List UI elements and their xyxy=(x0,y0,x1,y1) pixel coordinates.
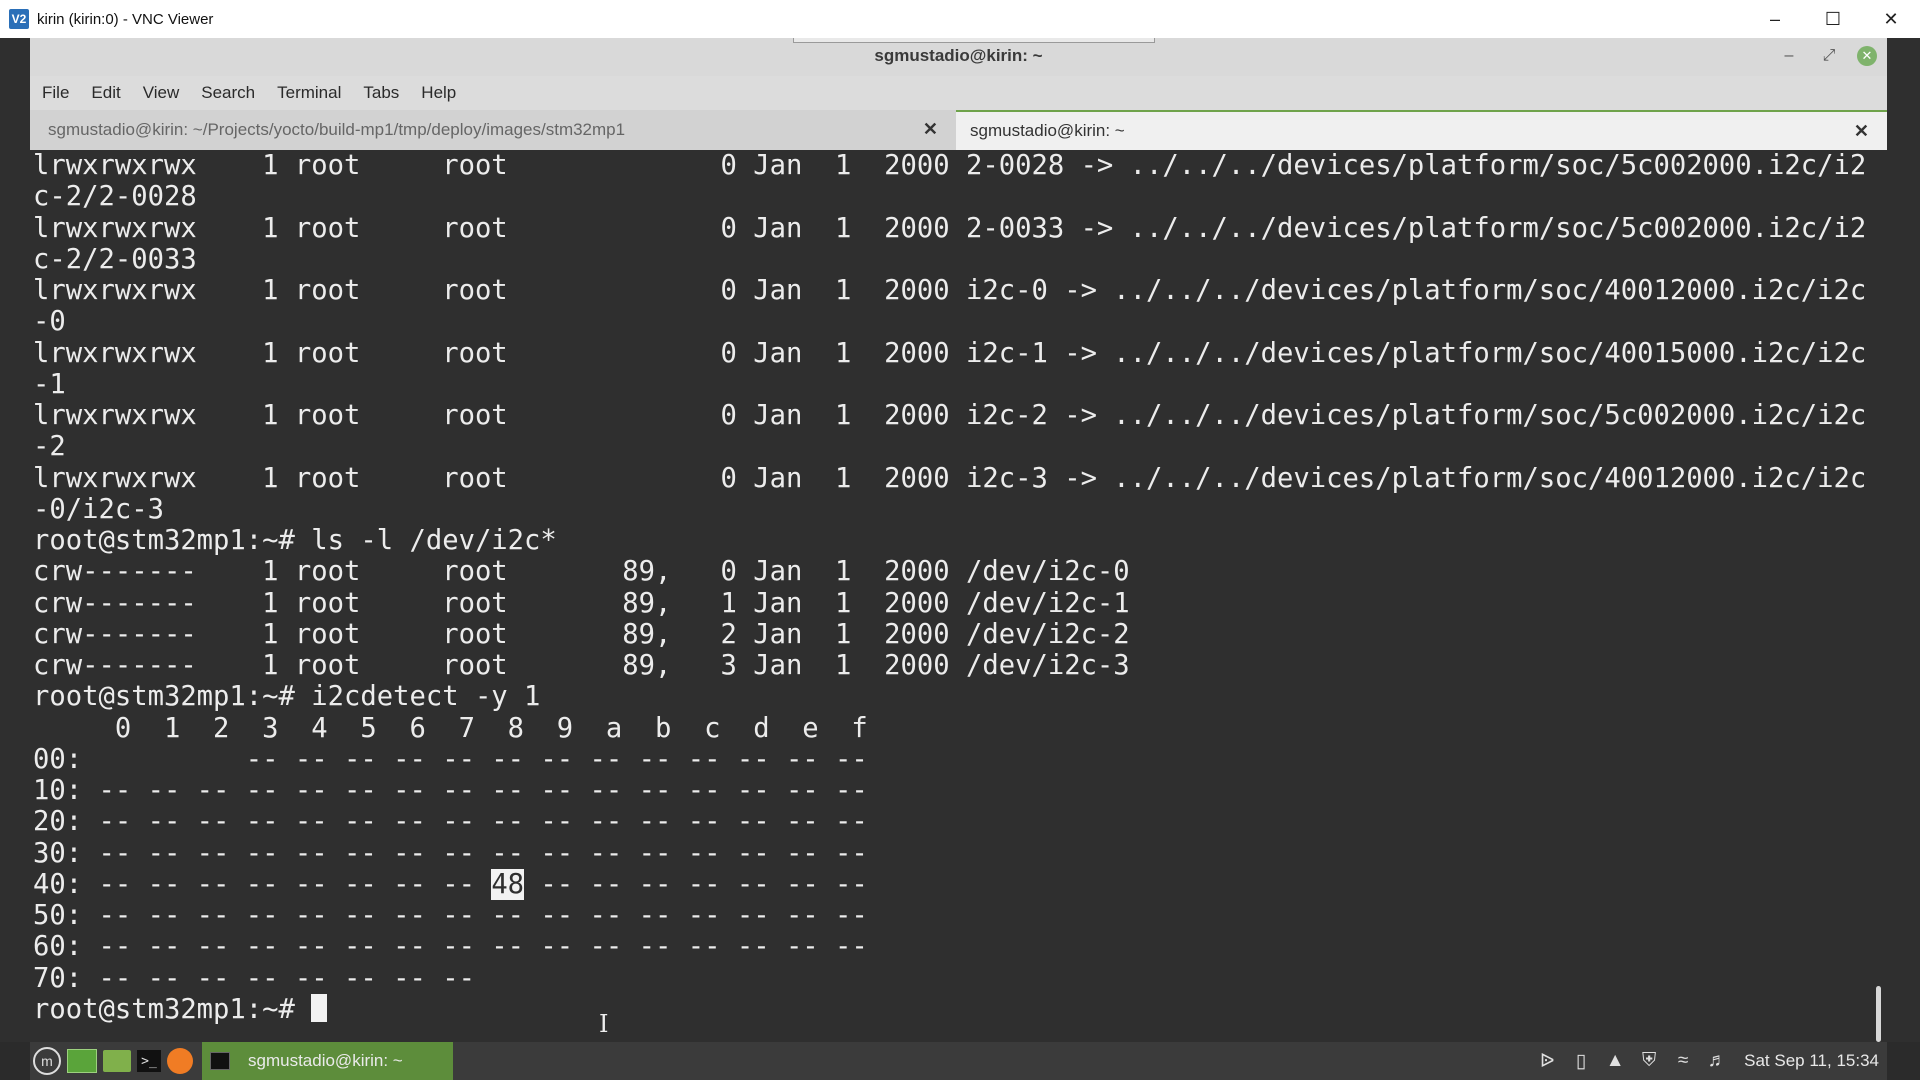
titlebar-notch xyxy=(793,38,1155,43)
menu-view[interactable]: View xyxy=(132,83,191,103)
terminal-prompt-line[interactable]: root@stm32mp1:~# xyxy=(33,993,1866,1025)
terminal-line: -1 xyxy=(33,368,66,400)
menu-icon[interactable]: m xyxy=(33,1047,61,1075)
terminal-line: -2 xyxy=(33,431,66,463)
shell-prompt: root@stm32mp1:~# xyxy=(33,993,312,1025)
clipboard-icon[interactable]: ▯ xyxy=(1566,1046,1596,1076)
terminal-window-buttons: – ⤢ ✕ xyxy=(1777,44,1877,68)
terminal-line: crw------- 1 root root 89, 0 Jan 1 2000 … xyxy=(33,556,1130,588)
task-label: sgmustadio@kirin: ~ xyxy=(248,1051,403,1070)
terminal-restore-icon[interactable]: ⤢ xyxy=(1817,44,1841,68)
tab-yocto-images[interactable]: sgmustadio@kirin: ~/Projects/yocto/build… xyxy=(30,110,956,150)
show-desktop-icon[interactable] xyxy=(67,1049,97,1073)
terminal-titlebar[interactable]: sgmustadio@kirin: ~ – ⤢ ✕ xyxy=(30,38,1887,76)
terminal-line: lrwxrwxrwx 1 root root 0 Jan 1 2000 i2c-… xyxy=(33,337,1866,369)
update-icon[interactable]: ▲ xyxy=(1600,1046,1630,1076)
terminal-icon[interactable]: >_ xyxy=(137,1050,161,1072)
terminal-line: 30: -- -- -- -- -- -- -- -- -- -- -- -- … xyxy=(33,837,868,869)
terminal-output[interactable]: lrwxrwxrwx 1 root root 0 Jan 1 2000 2-00… xyxy=(30,150,1866,1042)
desktop-edge-left xyxy=(0,38,30,1042)
terminal-line: root@stm32mp1:~# ls -l /dev/i2c* xyxy=(33,525,557,556)
task-button-terminal[interactable]: sgmustadio@kirin: ~ xyxy=(202,1042,453,1080)
terminal-line: -0 xyxy=(33,306,66,338)
files-icon[interactable] xyxy=(103,1050,131,1072)
terminal-scrollbar[interactable] xyxy=(1866,150,1887,1042)
terminal-line: 50: -- -- -- -- -- -- -- -- -- -- -- -- … xyxy=(33,900,868,931)
tab-close-icon[interactable]: ✕ xyxy=(1854,121,1869,142)
remote-desktop: sgmustadio@kirin: ~ – ⤢ ✕ File Edit View… xyxy=(0,38,1920,1080)
terminal-minimize-icon[interactable]: – xyxy=(1777,44,1801,68)
desktop-edge-right xyxy=(1887,38,1920,1042)
tab-home[interactable]: sgmustadio@kirin: ~ ✕ xyxy=(956,110,1887,150)
terminal-line: c-2/2-0033 xyxy=(33,243,197,275)
terminal-line: lrwxrwxrwx 1 root root 0 Jan 1 2000 i2c-… xyxy=(33,462,1866,494)
terminal-line: 0 1 2 3 4 5 6 7 8 9 a b c d e f xyxy=(33,712,868,744)
terminal-line: lrwxrwxrwx 1 root root 0 Jan 1 2000 i2c-… xyxy=(33,400,1866,431)
detected-address-0x48: 48 xyxy=(491,868,525,900)
terminal-line: 00: -- -- -- -- -- -- -- -- -- -- -- -- … xyxy=(33,743,868,775)
vnc-window-titlebar: V2 kirin (kirin:0) - VNC Viewer – ☐ ✕ xyxy=(0,0,1920,39)
scrollbar-thumb[interactable] xyxy=(1876,986,1881,1042)
terminal-line: lrwxrwxrwx 1 root root 0 Jan 1 2000 i2c-… xyxy=(33,275,1866,306)
terminal-window: sgmustadio@kirin: ~ – ⤢ ✕ File Edit View… xyxy=(30,38,1887,1042)
tab-close-icon[interactable]: ✕ xyxy=(923,119,938,140)
menu-terminal[interactable]: Terminal xyxy=(266,83,352,103)
vnc-window-title: kirin (kirin:0) - VNC Viewer xyxy=(37,10,214,28)
taskbar: m >_ sgmustadio@kirin: ~ ᐉ ▯ ▲ ⛨ ≈ ♬ Sat… xyxy=(30,1042,1887,1080)
menu-tabs[interactable]: Tabs xyxy=(352,83,410,103)
firefox-icon[interactable] xyxy=(167,1048,193,1074)
mouse-ibeam-cursor-icon: I xyxy=(599,1010,609,1038)
terminal-line: root@stm32mp1:~# i2cdetect -y 1 xyxy=(33,681,541,713)
terminal-line: 20: -- -- -- -- -- -- -- -- -- -- -- -- … xyxy=(33,806,868,838)
terminal-line: 10: -- -- -- -- -- -- -- -- -- -- -- -- … xyxy=(33,775,868,806)
menu-help[interactable]: Help xyxy=(410,83,467,103)
tab-label: sgmustadio@kirin: ~ xyxy=(970,121,1125,140)
vnc-logo-icon: V2 xyxy=(9,9,29,29)
menu-search[interactable]: Search xyxy=(190,83,266,103)
terminal-close-icon[interactable]: ✕ xyxy=(1857,46,1877,66)
terminal-menubar: File Edit View Search Terminal Tabs Help xyxy=(30,76,1887,110)
terminal-line: 40: -- -- -- -- -- -- -- -- 48 -- -- -- … xyxy=(33,868,1866,900)
volume-icon[interactable]: ♬ xyxy=(1702,1046,1732,1076)
system-tray: ᐉ ▯ ▲ ⛨ ≈ ♬ Sat Sep 11, 15:34 xyxy=(1530,1042,1879,1080)
terminal-icon xyxy=(210,1052,230,1070)
row-40-suffix: -- -- -- -- -- -- -- xyxy=(524,868,868,900)
maximize-icon[interactable]: ☐ xyxy=(1804,0,1862,38)
menu-file[interactable]: File xyxy=(30,83,80,103)
row-40-prefix: 40: -- -- -- -- -- -- -- -- xyxy=(33,868,492,900)
terminal-line: lrwxrwxrwx 1 root root 0 Jan 1 2000 2-00… xyxy=(33,150,1866,181)
terminal-line: crw------- 1 root root 89, 3 Jan 1 2000 … xyxy=(33,650,1130,681)
clock[interactable]: Sat Sep 11, 15:34 xyxy=(1744,1051,1879,1071)
terminal-tabbar: sgmustadio@kirin: ~/Projects/yocto/build… xyxy=(30,110,1887,150)
terminal-text: lrwxrwxrwx 1 root root 0 Jan 1 2000 2-00… xyxy=(30,150,1866,1025)
wifi-icon[interactable]: ≈ xyxy=(1668,1046,1698,1076)
menu-edit[interactable]: Edit xyxy=(80,83,131,103)
terminal-title: sgmustadio@kirin: ~ xyxy=(874,46,1043,65)
window-controls: – ☐ ✕ xyxy=(1746,0,1920,38)
terminal-line: lrwxrwxrwx 1 root root 0 Jan 1 2000 2-00… xyxy=(33,212,1866,244)
terminal-line: 60: -- -- -- -- -- -- -- -- -- -- -- -- … xyxy=(33,931,868,963)
bluetooth-icon[interactable]: ᐉ xyxy=(1532,1046,1562,1076)
tab-label: sgmustadio@kirin: ~/Projects/yocto/build… xyxy=(48,120,626,139)
minimize-icon[interactable]: – xyxy=(1746,0,1804,38)
terminal-line: 70: -- -- -- -- -- -- -- -- xyxy=(33,962,475,994)
terminal-line: -0/i2c-3 xyxy=(33,493,164,525)
shield-icon[interactable]: ⛨ xyxy=(1634,1046,1664,1076)
text-cursor xyxy=(311,993,328,1022)
terminal-line: crw------- 1 root root 89, 2 Jan 1 2000 … xyxy=(33,618,1130,650)
terminal-line: c-2/2-0028 xyxy=(33,181,197,213)
close-icon[interactable]: ✕ xyxy=(1862,0,1920,38)
terminal-line: crw------- 1 root root 89, 1 Jan 1 2000 … xyxy=(33,587,1130,619)
